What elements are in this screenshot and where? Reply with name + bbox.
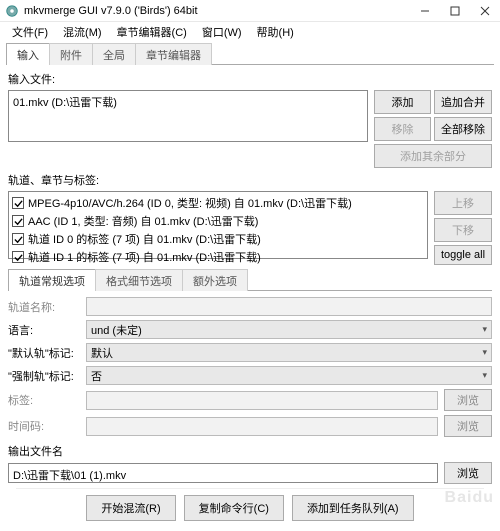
- subtab-general[interactable]: 轨道常规选项: [8, 269, 96, 291]
- add-queue-button[interactable]: 添加到任务队列(A): [292, 495, 414, 521]
- track-name-input[interactable]: [86, 297, 492, 316]
- window-title: mkvmerge GUI v7.9.0 ('Birds') 64bit: [24, 5, 410, 17]
- toggle-all-button[interactable]: toggle all: [434, 245, 492, 265]
- move-up-button[interactable]: 上移: [434, 191, 492, 215]
- track-item[interactable]: MPEG-4p10/AVC/h.264 (ID 0, 类型: 视频) 自 01.…: [12, 194, 424, 212]
- start-mux-button[interactable]: 开始混流(R): [86, 495, 175, 521]
- chevron-down-icon: ▾: [482, 370, 487, 381]
- tab-chapter[interactable]: 章节编辑器: [135, 43, 212, 65]
- track-item[interactable]: 轨道 ID 1 的标签 (7 项) 自 01.mkv (D:\迅雷下载): [12, 248, 424, 266]
- tab-input[interactable]: 输入: [6, 43, 50, 65]
- language-select[interactable]: und (未定)▾: [86, 320, 492, 339]
- menu-help[interactable]: 帮助(H): [251, 23, 300, 41]
- timecodes-browse-button[interactable]: 浏览: [444, 415, 492, 437]
- input-files-list[interactable]: 01.mkv (D:\迅雷下载): [8, 90, 368, 142]
- default-flag-select[interactable]: 默认▾: [86, 343, 492, 362]
- menu-mux[interactable]: 混流(M): [57, 23, 108, 41]
- chevron-down-icon: ▾: [482, 347, 487, 358]
- menu-file[interactable]: 文件(F): [6, 23, 54, 41]
- menu-window[interactable]: 窗口(W): [196, 23, 248, 41]
- tracks-list[interactable]: MPEG-4p10/AVC/h.264 (ID 0, 类型: 视频) 自 01.…: [8, 191, 428, 259]
- checkbox-icon[interactable]: [12, 197, 24, 209]
- chevron-down-icon: ▾: [482, 324, 487, 335]
- tags-label: 标签:: [8, 392, 80, 408]
- track-item[interactable]: 轨道 ID 0 的标签 (7 项) 自 01.mkv (D:\迅雷下载): [12, 230, 424, 248]
- menu-chapter[interactable]: 章节编辑器(C): [111, 23, 193, 41]
- default-flag-label: "默认轨"标记:: [8, 345, 80, 361]
- subtab-format[interactable]: 格式细节选项: [95, 269, 183, 291]
- forced-flag-label: "强制轨"标记:: [8, 368, 80, 384]
- add-rest-button[interactable]: 添加其余部分: [374, 144, 492, 168]
- app-icon: [5, 4, 19, 18]
- input-files-label: 输入文件:: [8, 71, 492, 87]
- output-label: 输出文件名: [8, 443, 492, 459]
- subtab-extra[interactable]: 额外选项: [182, 269, 248, 291]
- checkbox-icon[interactable]: [12, 251, 24, 263]
- timecodes-input[interactable]: [86, 417, 438, 436]
- tab-global[interactable]: 全局: [92, 43, 136, 65]
- tracks-label: 轨道、章节与标签:: [8, 172, 492, 188]
- remove-button[interactable]: 移除: [374, 117, 431, 141]
- track-name-label: 轨道名称:: [8, 299, 80, 315]
- copy-cmd-button[interactable]: 复制命令行(C): [184, 495, 284, 521]
- timecodes-label: 时间码:: [8, 418, 80, 434]
- forced-flag-select[interactable]: 否▾: [86, 366, 492, 385]
- tags-browse-button[interactable]: 浏览: [444, 389, 492, 411]
- track-item[interactable]: AAC (ID 1, 类型: 音频) 自 01.mkv (D:\迅雷下载): [12, 212, 424, 230]
- output-browse-button[interactable]: 浏览: [444, 462, 492, 484]
- remove-all-button[interactable]: 全部移除: [434, 117, 492, 141]
- input-file-item[interactable]: 01.mkv (D:\迅雷下载): [13, 94, 363, 110]
- output-path-input[interactable]: D:\迅雷下载\01 (1).mkv: [8, 463, 438, 483]
- language-label: 语言:: [8, 322, 80, 338]
- tags-input[interactable]: [86, 391, 438, 410]
- checkbox-icon[interactable]: [12, 215, 24, 227]
- append-button[interactable]: 追加合并: [434, 90, 492, 114]
- add-button[interactable]: 添加: [374, 90, 431, 114]
- tab-attach[interactable]: 附件: [49, 43, 93, 65]
- maximize-button[interactable]: [440, 0, 470, 22]
- close-button[interactable]: [470, 0, 500, 22]
- minimize-button[interactable]: [410, 0, 440, 22]
- checkbox-icon[interactable]: [12, 233, 24, 245]
- move-down-button[interactable]: 下移: [434, 218, 492, 242]
